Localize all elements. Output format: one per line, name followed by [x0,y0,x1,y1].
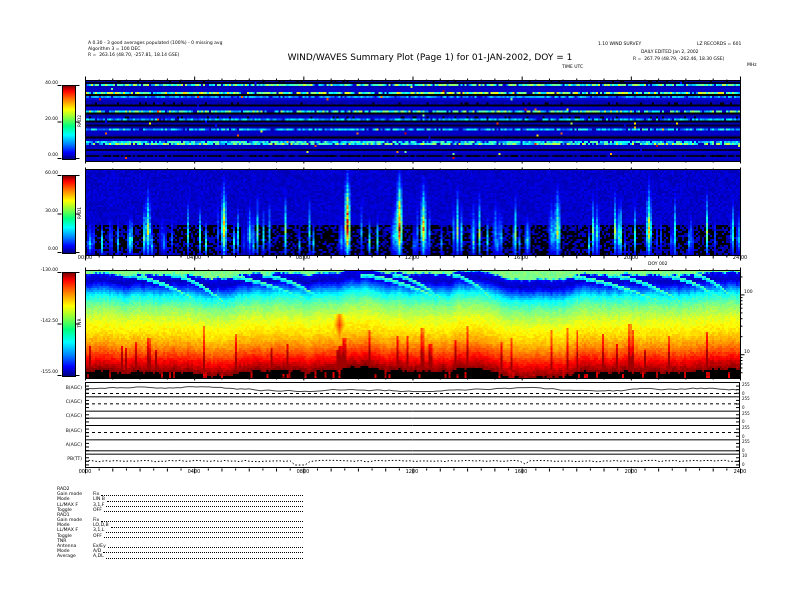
strip-5-min: 0 [742,462,745,467]
strip-3-max: 255 [742,425,750,430]
legend-dot-leader [110,526,303,528]
strip-label-3: B(AGC) [65,429,82,434]
instrument-status-legend: RAD2 Gain mode Fix Mode LIN B LL/MAX F 3,1,… [57,487,303,560]
strip-1-min: 0 [742,405,745,410]
strip-2-min: 0 [742,419,745,424]
strip-label-4: A(AGC) [65,443,82,448]
mid-axis-tick-0000: 00:00 [77,255,93,261]
legend-dot-leader [101,495,303,497]
strip-0-max: 255 [742,382,750,387]
bottom-axis-tick-0000: 0000 [78,469,92,475]
legend-row-value: A,DL [93,554,104,560]
doy-label: DOY 002 [648,262,668,267]
strip-label-0: B(AGC) [65,386,82,391]
strip-label-1: C(AGC) [65,400,82,405]
strip-label-5: PB(TT) [67,457,82,462]
legend-row-label: Average [57,554,76,560]
legend-dot-leader [103,510,303,512]
mid-axis-tick-0800: 08:00 [295,255,311,261]
bottom-axis-tick-2000: 2000 [624,469,638,475]
bottom-axis-tick-0400: 0400 [187,469,201,475]
legend-dot-leader [103,552,303,554]
bottom-axis-tick-1200: 1200 [405,469,419,475]
legend-dot-leader [107,547,303,549]
bottom-axis-tick-0800: 0800 [296,469,310,475]
strip-1-max: 255 [742,396,750,401]
mid-axis-tick-0400: 04:00 [186,255,202,261]
tnr-freq-100-label: 100 [744,290,753,295]
legend-dot-leader [103,536,303,538]
strip-5-max: 10 [742,453,748,458]
legend-dot-leader [106,531,303,533]
strip-label-2: C(AGC) [65,414,82,419]
mid-axis-tick-1200: 12:00 [404,255,420,261]
strip-4-max: 255 [742,439,750,444]
legend-dot-leader [106,500,303,502]
legend-row-value: OFF [93,507,102,513]
tnr-freq-10-label: 10 [744,350,750,355]
legend-dot-leader [106,505,303,507]
mid-axis-tick-2000: 20:00 [623,255,639,261]
legend-row-value: OFF [93,533,102,539]
mid-axis-tick-2400: 24:00 [732,255,748,261]
legend-dot-leader [101,521,303,523]
bottom-axis-tick-2400: 2400 [733,469,747,475]
legend-dot-leader [105,557,303,559]
bottom-axis-tick-1600: 1600 [514,469,528,475]
waves-summary-plot-figure: A 0.30 - 3 good averages populated (100%… [0,0,792,612]
legend-row: Average A,DL [57,554,303,559]
mid-axis-tick-1600: 16:00 [513,255,529,261]
strip-2-max: 255 [742,411,750,416]
